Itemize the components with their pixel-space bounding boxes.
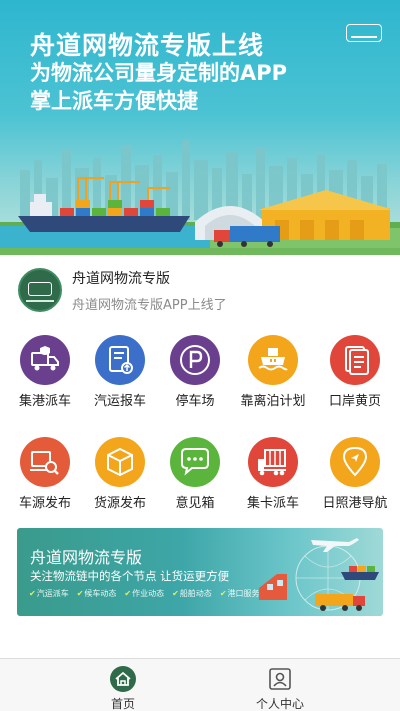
ship-icon [248, 335, 298, 385]
tab-profile[interactable]: 个人中心 [220, 659, 340, 711]
announcement-title: 舟道网物流专版 [72, 271, 170, 287]
feature-container-dispatch[interactable]: 集卡派车 [233, 437, 313, 517]
feature-label: 日照港导航 [322, 496, 388, 511]
truck-shield-icon [20, 335, 70, 385]
cargo-box-icon [95, 437, 145, 487]
document-upload-icon [95, 335, 145, 385]
logistics-illustration [259, 538, 379, 611]
feature-vehicle-post[interactable]: 车源发布 [5, 437, 85, 517]
hero-subline-1: 为物流公司量身定制的APP [30, 61, 288, 85]
feature-label: 口岸黄页 [328, 394, 381, 409]
hero-banner[interactable]: 舟道网物流专版上线 为物流公司量身定制的APP 掌上派车方便快捷 [0, 0, 400, 255]
promo-tag: 作业动态 [124, 588, 164, 599]
feature-label: 集卡派车 [246, 496, 299, 511]
promo-banner[interactable]: 舟道网物流专版 关注物流链中的各个节点 让货运更方便 汽运派车 候车动态 作业动… [17, 528, 383, 616]
feature-port-directory[interactable]: 口岸黄页 [315, 335, 395, 415]
promo-title: 舟道网物流专版 [30, 548, 143, 567]
truck-search-icon [20, 437, 70, 487]
feature-label: 靠离泊计划 [240, 394, 306, 409]
parking-icon [170, 335, 220, 385]
tab-profile-label: 个人中心 [255, 697, 304, 711]
feature-feedback[interactable]: 意见箱 [155, 437, 235, 517]
tab-home[interactable]: 首页 [63, 659, 183, 711]
hero-subline-2: 掌上派车方便快捷 [30, 89, 198, 113]
promo-tag: 汽运派车 [29, 588, 69, 599]
chat-bubbles-icon [170, 437, 220, 487]
feature-cargo-post[interactable]: 货源发布 [80, 437, 160, 517]
feature-parking[interactable]: 停车场 [155, 335, 235, 415]
user-card-icon [269, 668, 291, 690]
promo-tag: 候车动态 [77, 588, 116, 599]
feature-port-dispatch[interactable]: 集港派车 [5, 335, 85, 415]
promo-tag-list: 汽运派车 候车动态 作业动态 船舶动态 港口服务 [29, 588, 260, 599]
hero-logo-icon [346, 24, 382, 42]
feature-truck-report[interactable]: 汽运报车 [80, 335, 160, 415]
home-icon [110, 666, 136, 692]
feature-berth-plan[interactable]: 靠离泊计划 [233, 335, 313, 415]
location-pin-icon [330, 437, 380, 487]
promo-subtitle: 关注物流链中的各个节点 让货运更方便 [30, 569, 230, 583]
feature-port-navigation[interactable]: 日照港导航 [315, 437, 395, 517]
app-logo-icon [18, 268, 62, 312]
container-truck-icon [248, 437, 298, 487]
announcement-card[interactable]: 舟道网物流专版 舟道网物流专版APP上线了 [0, 258, 400, 320]
announcement-subtitle: 舟道网物流专版APP上线了 [72, 298, 227, 313]
documents-icon [330, 335, 380, 385]
promo-tag: 船舶动态 [172, 588, 212, 599]
tab-home-label: 首页 [110, 697, 135, 711]
port-illustration [0, 140, 400, 255]
bottom-tab-bar: 首页 个人中心 [0, 658, 400, 711]
